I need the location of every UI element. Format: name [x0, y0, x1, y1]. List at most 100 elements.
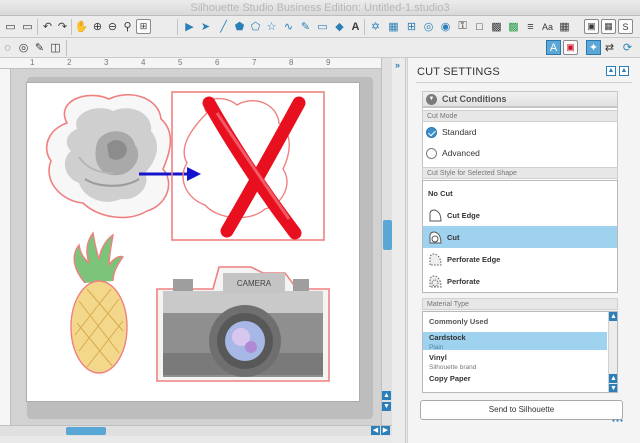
ruler-icon[interactable]: ◌: [0, 40, 15, 55]
panel-down-icon[interactable]: ▲: [619, 66, 629, 76]
select-tool-icon[interactable]: ▶: [182, 19, 197, 34]
send-to-silhouette-button[interactable]: Send to Silhouette: [420, 400, 623, 420]
fill-pattern-icon[interactable]: ▩: [506, 19, 521, 34]
material-scroll-up-icon[interactable]: ▲: [609, 374, 617, 383]
cut-outline-box[interactable]: [171, 91, 325, 241]
vertical-scrollbar[interactable]: ▲ ▼: [381, 58, 392, 425]
cut-settings-icon[interactable]: ✦: [586, 40, 601, 55]
cut-style-no-cut[interactable]: No Cut: [423, 182, 617, 204]
cut-settings-panel: CUT SETTINGS ▲ ▲ ▼ Cut Conditions Cut Mo…: [407, 58, 640, 443]
horizontal-scroll-thumb[interactable]: [66, 427, 106, 435]
design-artwork: CAMERA: [45, 91, 330, 382]
scroll-up-icon[interactable]: ▲: [382, 391, 391, 400]
undo-icon[interactable]: ↶: [40, 19, 55, 34]
cut-style-perforate-edge[interactable]: Perforate Edge: [423, 248, 617, 270]
scroll-down-icon[interactable]: ▼: [382, 402, 391, 411]
resize-grip-icon[interactable]: ●●●: [612, 418, 624, 424]
new-document-icon[interactable]: ▭: [3, 19, 18, 34]
vertical-scroll-thumb[interactable]: [383, 220, 392, 250]
offset-icon[interactable]: ◉: [438, 19, 453, 34]
ruler-mark: 7: [252, 58, 257, 67]
curve-tool-icon[interactable]: ∿: [281, 19, 296, 34]
collapse-panel-icon[interactable]: »: [395, 60, 404, 70]
material-list: Commonly Used Cardstock Plain Vinyl Silh…: [422, 311, 618, 393]
pan-icon[interactable]: ✋: [74, 19, 89, 34]
mode-standard[interactable]: Standard: [426, 125, 477, 139]
window-title: Silhouette Studio Business Edition: Unti…: [190, 2, 450, 14]
cut-style-perforate[interactable]: Perforate: [423, 270, 617, 292]
send-icon[interactable]: ⇄: [602, 40, 617, 55]
pineapple-image[interactable]: [70, 231, 128, 374]
page-setup-icon[interactable]: ▣: [584, 19, 599, 34]
zoom-select-icon[interactable]: ⚲: [120, 19, 135, 34]
panel-up-icon[interactable]: ▲: [606, 66, 616, 76]
cut-style-label: Cut Edge: [447, 210, 480, 220]
material-list-scrollbar[interactable]: ▲ ▲ ▼: [608, 312, 617, 392]
camera-image[interactable]: CAMERA: [156, 266, 330, 382]
polygon-tool-icon[interactable]: ⬟: [232, 19, 247, 34]
cut-style-cut-edge[interactable]: Cut Edge: [423, 204, 617, 226]
trace-icon[interactable]: ⚿: [455, 19, 470, 34]
cut-style-label: Perforate: [447, 276, 480, 286]
design-page[interactable]: CAMERA: [26, 82, 360, 402]
mode-label: Standard: [442, 127, 477, 137]
fill-color-icon[interactable]: □: [472, 19, 487, 34]
library-icon[interactable]: ▦: [601, 19, 616, 34]
eraser-tool-icon[interactable]: ▭: [315, 19, 330, 34]
line-style-icon[interactable]: ≡: [523, 19, 538, 34]
refresh-icon[interactable]: ⟳: [620, 40, 635, 55]
line-tool-icon[interactable]: ╱: [216, 19, 231, 34]
freehand-tool-icon[interactable]: ✎: [298, 19, 313, 34]
store-icon[interactable]: S: [618, 19, 633, 34]
align-icon[interactable]: ✡: [368, 19, 383, 34]
section-title: Cut Conditions: [442, 94, 507, 104]
material-group-label: Commonly Used: [429, 317, 489, 326]
redo-icon[interactable]: ↷: [55, 19, 70, 34]
zoom-in-icon[interactable]: ⊕: [90, 19, 105, 34]
horizontal-scrollbar[interactable]: ◀ ▶: [0, 425, 392, 436]
ruler-mark: 2: [67, 58, 72, 67]
print-cut-icon[interactable]: ▣: [563, 40, 578, 55]
scroll-right-icon[interactable]: ▶: [381, 426, 390, 435]
transform-icon[interactable]: ⊞: [404, 19, 419, 34]
perforate-edge-icon: [429, 253, 442, 266]
radio-unchecked-icon[interactable]: [426, 147, 437, 159]
material-scroll-up-icon[interactable]: ▲: [609, 312, 617, 321]
cut-style-label: Cut Style for Selected Shape: [422, 167, 618, 179]
design-view-icon[interactable]: A: [546, 40, 561, 55]
panel-title: CUT SETTINGS: [417, 66, 500, 78]
material-cardstock[interactable]: Cardstock Plain: [423, 332, 607, 351]
material-detail: Silhouette brand: [429, 364, 477, 371]
cut-conditions-header[interactable]: ▼ Cut Conditions: [422, 91, 618, 107]
material-type-label: Material Type: [422, 298, 618, 310]
mode-advanced[interactable]: Advanced: [426, 146, 480, 160]
text-icon[interactable]: A: [348, 19, 363, 34]
line-color-icon[interactable]: ▩: [489, 19, 504, 34]
material-scroll-down-icon[interactable]: ▼: [609, 384, 617, 392]
cut-style-cut[interactable]: Cut: [423, 226, 617, 248]
zoom-out-icon[interactable]: ⊖: [105, 19, 120, 34]
rose-image[interactable]: [45, 94, 172, 219]
radio-checked-icon[interactable]: [426, 126, 437, 138]
edit-points-icon[interactable]: ➤: [198, 19, 213, 34]
knife-tool-icon[interactable]: ◆: [332, 19, 347, 34]
material-copy-paper[interactable]: Copy Paper: [423, 374, 607, 387]
open-document-icon[interactable]: ▭: [20, 19, 35, 34]
cut-style-label: No Cut: [428, 188, 453, 198]
star-tool-icon[interactable]: ☆: [264, 19, 279, 34]
brush-icon[interactable]: ✎: [32, 40, 47, 55]
replicate-icon[interactable]: ▦: [386, 19, 401, 34]
modify-icon[interactable]: ◎: [421, 19, 436, 34]
text-style-icon[interactable]: Aa: [540, 19, 555, 34]
material-detail: Plain: [429, 344, 444, 351]
material-vinyl[interactable]: Vinyl Silhouette brand: [423, 352, 607, 371]
material-name: Cardstock: [429, 333, 466, 342]
collapse-section-icon[interactable]: ▼: [426, 94, 437, 105]
scroll-left-icon[interactable]: ◀: [371, 426, 380, 435]
shape-tool-icon[interactable]: ⬠: [248, 19, 263, 34]
layers-icon[interactable]: ◫: [48, 40, 63, 55]
fit-page-icon[interactable]: ⊞: [136, 19, 151, 34]
compass-icon[interactable]: ◎: [16, 40, 31, 55]
grid-icon[interactable]: ▦: [557, 19, 572, 34]
ruler-mark: 5: [178, 58, 183, 67]
